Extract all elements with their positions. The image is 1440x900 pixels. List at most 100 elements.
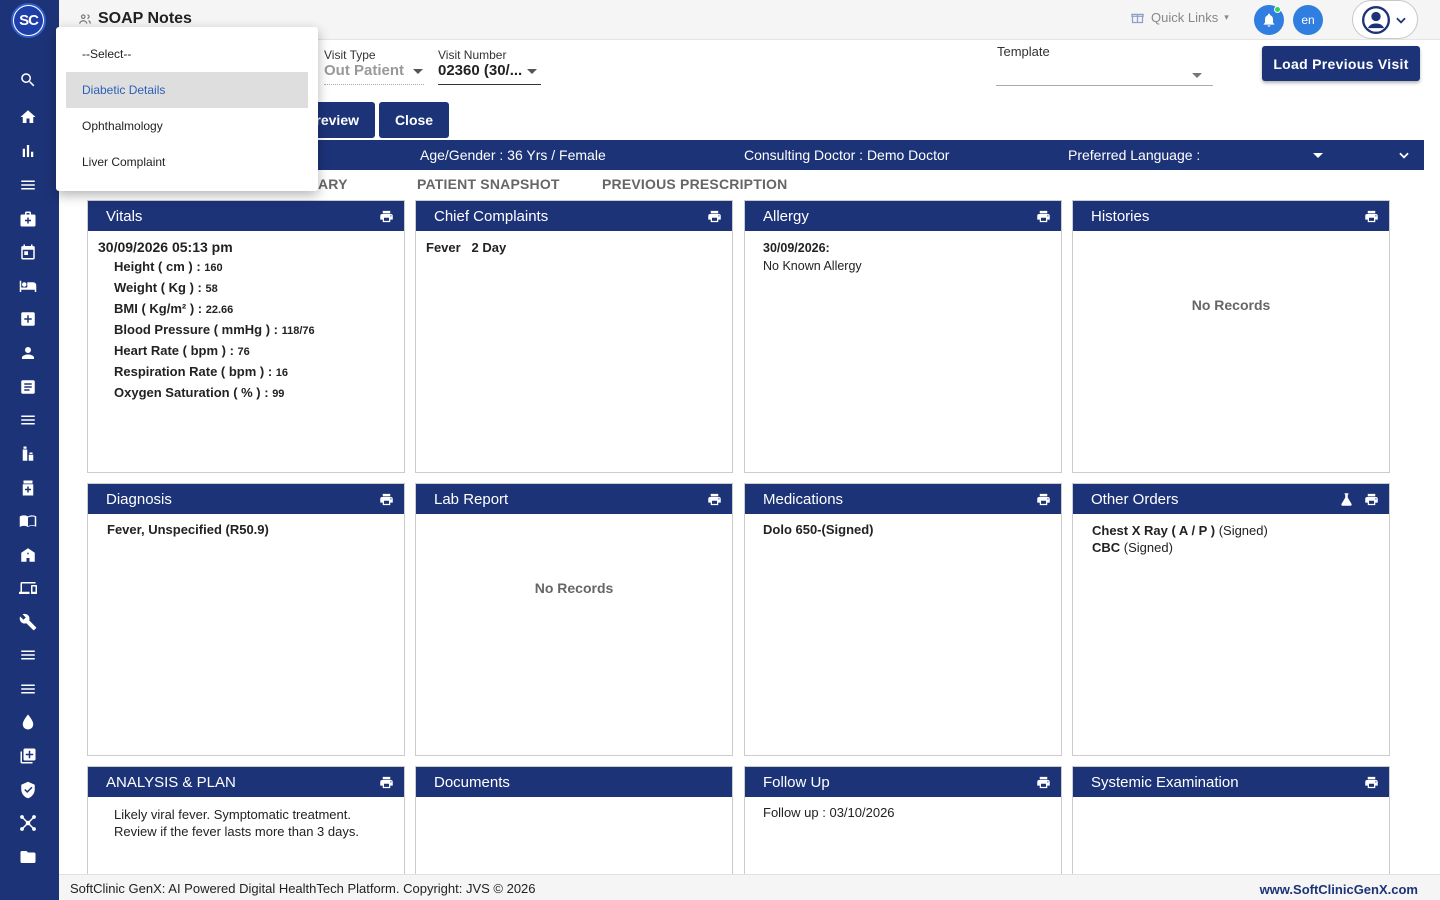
order-status: (Signed): [1123, 540, 1173, 555]
medications-card: Medications Dolo 650-(Signed): [744, 483, 1062, 756]
preferred-language: Preferred Language :: [1068, 147, 1201, 163]
dropdown-option-diabetic-details[interactable]: Diabetic Details: [66, 72, 308, 108]
vital-row: Respiration Rate ( bpm ) : 16: [114, 364, 315, 385]
visit-number-select[interactable]: 02360 (30/...: [438, 62, 522, 79]
vital-row: Heart Rate ( bpm ) : 76: [114, 343, 315, 364]
users-icon: [79, 14, 91, 24]
footer: SoftClinic GenX: AI Powered Digital Heal…: [59, 874, 1440, 900]
network-icon[interactable]: [18, 813, 38, 833]
medicine-bottle-icon[interactable]: [18, 478, 38, 498]
language-button[interactable]: en: [1293, 5, 1323, 35]
search-icon[interactable]: [18, 70, 38, 90]
vitals-card: Vitals 30/09/2026 05:13 pm Height ( cm )…: [87, 200, 405, 473]
print-icon[interactable]: [707, 492, 722, 507]
systemic-examination-card: Systemic Examination: [1072, 766, 1390, 874]
document-list-icon[interactable]: [18, 377, 38, 397]
dropdown-option-select[interactable]: --Select--: [66, 36, 308, 72]
sidebar: SC: [0, 0, 59, 900]
print-icon[interactable]: [1364, 209, 1379, 224]
add-box-icon[interactable]: [18, 746, 38, 766]
visit-number-label: Visit Number: [438, 48, 507, 62]
print-icon[interactable]: [1364, 492, 1379, 507]
wrench-icon[interactable]: [18, 612, 38, 632]
folder-icon[interactable]: [18, 847, 38, 867]
menu-icon[interactable]: [18, 645, 38, 665]
load-previous-visit-button[interactable]: Load Previous Visit: [1262, 46, 1420, 81]
vitals-header: Vitals: [88, 201, 404, 231]
chief-complaints-body: Fever 2 Day: [416, 231, 732, 264]
shield-icon[interactable]: [18, 780, 38, 800]
user-menu-button[interactable]: [1352, 0, 1418, 39]
blood-drop-icon[interactable]: [18, 712, 38, 732]
visit-type-select[interactable]: Out Patient: [324, 62, 404, 79]
page-title: SOAP Notes: [78, 10, 192, 28]
other-orders-header: Other Orders: [1073, 484, 1389, 514]
plus-square-icon[interactable]: [18, 309, 38, 329]
other-orders-body: Chest X Ray ( A / P ) (Signed) CBC (Sign…: [1073, 514, 1389, 564]
print-icon[interactable]: [1364, 775, 1379, 790]
print-icon[interactable]: [379, 775, 394, 790]
medical-kit-icon[interactable]: [18, 209, 38, 229]
preferred-language-dropdown-icon[interactable]: [1313, 153, 1323, 158]
menu-icon[interactable]: [18, 679, 38, 699]
chevron-down-icon[interactable]: [1397, 148, 1411, 162]
print-icon[interactable]: [1036, 492, 1051, 507]
menu-icon[interactable]: [18, 410, 38, 430]
tab-previous-prescription[interactable]: PREVIOUS PRESCRIPTION: [602, 176, 787, 192]
diagnosis-text: Fever, Unspecified (R50.9): [107, 522, 269, 537]
vitals-list: Height ( cm ) : 160 Weight ( Kg ) : 58 BMI…: [114, 259, 315, 406]
quick-links[interactable]: Quick Links ▾: [1130, 10, 1229, 25]
histories-card: Histories No Records: [1072, 200, 1390, 473]
follow-up-text: Follow up : 03/10/2026: [763, 805, 895, 820]
complaint-duration: 2 Day: [471, 240, 507, 255]
complaint-name: Fever: [426, 240, 461, 255]
template-select[interactable]: [996, 62, 1213, 86]
menu-icon[interactable]: [18, 175, 38, 195]
vitals-datetime: 30/09/2026 05:13 pm: [98, 239, 233, 255]
vitals-title: Vitals: [106, 207, 143, 225]
tab-summary[interactable]: ARY: [318, 176, 348, 192]
pharmacy-icon[interactable]: [18, 444, 38, 464]
chevron-down-icon: [1396, 17, 1406, 24]
bed-icon[interactable]: [18, 276, 38, 296]
tab-patient-snapshot[interactable]: PATIENT SNAPSHOT: [417, 176, 560, 192]
vital-label: Height ( cm ) :: [114, 259, 205, 274]
order-name: CBC: [1092, 540, 1121, 555]
vital-row: BMI ( Kg/m² ) : 22.66: [114, 301, 315, 322]
vital-row: Blood Pressure ( mmHg ) : 118/76: [114, 322, 315, 343]
documents-title: Documents: [434, 773, 510, 791]
app-logo[interactable]: SC: [11, 3, 46, 38]
allergy-header: Allergy: [745, 201, 1061, 231]
vital-value: 16: [275, 367, 289, 379]
print-icon[interactable]: [707, 209, 722, 224]
order-name: Chest X Ray ( A / P ): [1092, 523, 1216, 538]
notifications-button[interactable]: [1254, 5, 1284, 35]
user-icon[interactable]: [18, 343, 38, 363]
print-icon[interactable]: [1036, 209, 1051, 224]
bar-chart-icon[interactable]: [18, 141, 38, 161]
medications-header: Medications: [745, 484, 1061, 514]
logo-text: SC: [14, 6, 43, 35]
analysis-plan-card: ANALYSIS & PLAN Likely viral fever. Symp…: [87, 766, 405, 874]
print-icon[interactable]: [379, 492, 394, 507]
lab-report-card: Lab Report No Records: [415, 483, 733, 756]
histories-title: Histories: [1091, 207, 1150, 225]
calendar-icon[interactable]: [18, 242, 38, 262]
devices-icon[interactable]: [18, 578, 38, 598]
vital-value: 76: [237, 346, 250, 358]
close-button[interactable]: Close: [379, 102, 449, 138]
home-icon[interactable]: [18, 107, 38, 127]
chevron-down-icon: ▾: [1224, 12, 1229, 22]
vital-label: Oxygen Saturation ( % ) :: [114, 385, 273, 400]
follow-up-body: Follow up : 03/10/2026: [745, 797, 1061, 828]
print-icon[interactable]: [379, 209, 394, 224]
flask-icon[interactable]: [1339, 492, 1354, 507]
footer-website-link[interactable]: www.SoftClinicGenX.com: [1260, 882, 1418, 897]
dropdown-option-ophthalmology[interactable]: Ophthalmology: [66, 108, 308, 144]
visit-type-label: Visit Type: [324, 48, 376, 62]
book-icon[interactable]: [18, 511, 38, 531]
chevron-down-icon: [1192, 73, 1202, 78]
print-icon[interactable]: [1036, 775, 1051, 790]
dropdown-option-liver-complaint[interactable]: Liver Complaint: [66, 144, 308, 180]
hospital-building-icon[interactable]: [18, 545, 38, 565]
